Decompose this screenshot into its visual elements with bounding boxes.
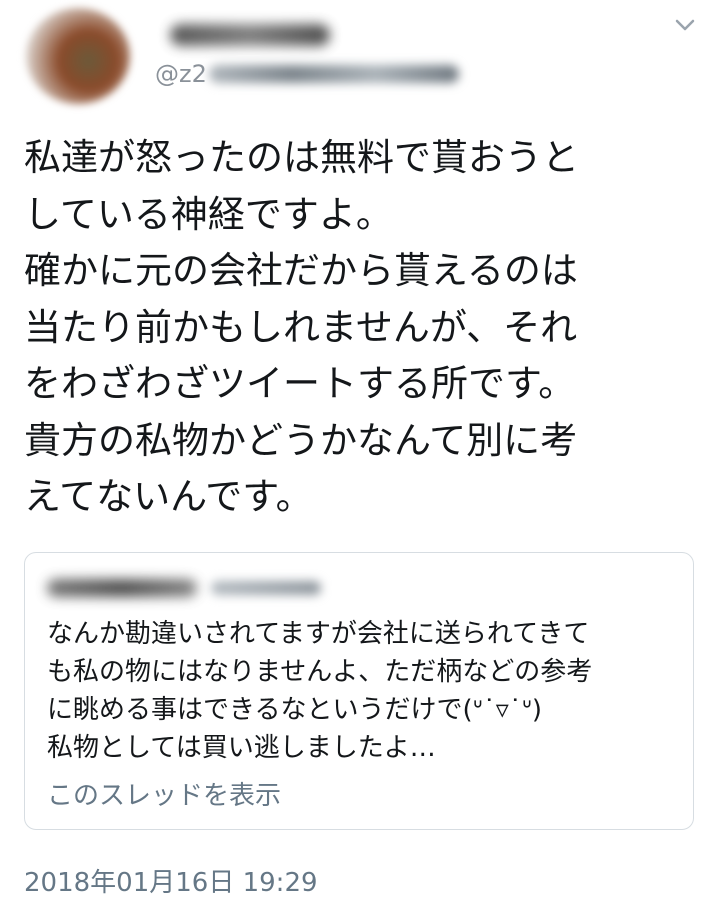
tweet-text: 私達が怒ったのは無料で貰おうと している神経ですよ。 確かに元の会社だから貰える…: [24, 136, 579, 518]
quoted-name-redacted: [47, 579, 197, 597]
quoted-handle-redacted: [211, 581, 321, 595]
handle[interactable]: @z2: [155, 60, 459, 88]
display-name-redacted[interactable]: [170, 24, 330, 46]
avatar[interactable]: [26, 8, 130, 104]
quoted-tweet[interactable]: なんか勘違いされてますが会社に送られてきて も私の物にはなりませんよ、ただ柄など…: [24, 552, 694, 830]
quoted-tweet-text: なんか勘違いされてますが会社に送られてきて も私の物にはなりませんよ、ただ柄など…: [47, 619, 593, 763]
tweet-header: @z2: [0, 0, 720, 120]
timestamp: 2018年01月16日 19:29: [24, 868, 318, 898]
handle-prefix: @z2: [155, 60, 207, 88]
handle-redacted: [208, 65, 459, 83]
show-thread-link[interactable]: このスレッドを表示: [47, 775, 281, 812]
quoted-author[interactable]: [47, 571, 321, 605]
chevron-down-icon[interactable]: [674, 14, 696, 36]
